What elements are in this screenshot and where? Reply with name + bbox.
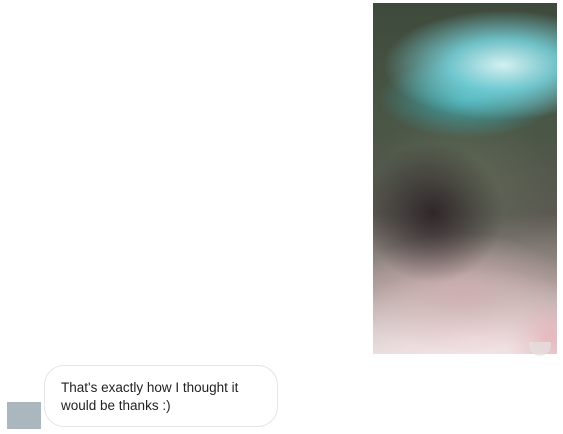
avatar[interactable] (7, 402, 41, 429)
received-message-bubble[interactable]: That's exactly how I thought it would be… (44, 365, 278, 427)
blurred-photo-image (373, 3, 557, 354)
received-message-text: That's exactly how I thought it would be… (61, 380, 239, 413)
chat-thread: That's exactly how I thought it would be… (0, 0, 563, 434)
sent-image-message[interactable] (373, 3, 557, 354)
